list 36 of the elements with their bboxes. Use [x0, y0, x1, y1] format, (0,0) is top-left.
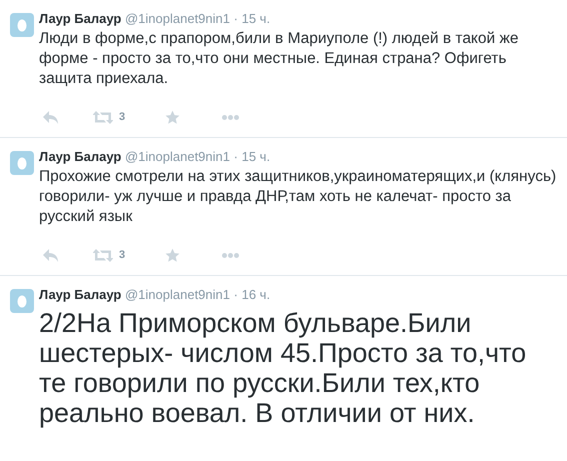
star-icon: [165, 248, 180, 262]
author-name[interactable]: Лаур Балаур: [39, 287, 122, 302]
retweet-icon: [93, 248, 113, 262]
reply-button[interactable]: [43, 248, 59, 262]
user-handle[interactable]: @1inoplanet9nin1: [124, 149, 230, 164]
favorite-button[interactable]: [165, 248, 180, 262]
reply-icon: [43, 110, 59, 124]
more-icon: [222, 252, 240, 258]
avatar[interactable]: [10, 151, 34, 175]
more-button[interactable]: [222, 252, 240, 258]
tweet-time[interactable]: 15 ч.: [242, 11, 270, 26]
avatar[interactable]: [10, 13, 34, 37]
more-button[interactable]: [222, 114, 240, 120]
retweet-count: 3: [119, 248, 126, 263]
user-handle[interactable]: @1inoplanet9nin1: [124, 287, 230, 302]
retweet-button[interactable]: 3: [93, 246, 126, 264]
star-icon: [165, 110, 180, 124]
tweet-text: Прохожие смотрели на этих защитников,украиноматерящих,и (клянусь) говорили- уж лучше и правда ДНР,там хоть не калечат- просто за русский язык: [39, 167, 557, 227]
tweet-time[interactable]: 16 ч.: [242, 287, 270, 302]
avatar[interactable]: [10, 289, 34, 313]
tweet-time[interactable]: 15 ч.: [242, 149, 270, 164]
user-handle[interactable]: @1inoplanet9nin1: [124, 11, 230, 26]
retweet-button[interactable]: 3: [93, 108, 126, 126]
tweet-text: Люди в форме,с прапором,били в Мариуполе (!) людей в такой же форме - просто за то,что они местные. Единая страна? Офигеть защита приехала.: [39, 29, 520, 89]
reply-button[interactable]: [43, 110, 59, 124]
author-name[interactable]: Лаур Балаур: [39, 149, 122, 164]
favorite-button[interactable]: [165, 110, 180, 124]
retweet-icon: [93, 110, 113, 124]
separator-dot: ·: [234, 149, 238, 164]
author-name[interactable]: Лаур Балаур: [39, 11, 122, 26]
separator-dot: ·: [234, 287, 238, 302]
tweet-text: 2/2На Приморском бульваре.Били шестерых- числом 45.Просто за то,что те говорили по русски.Били тех,кто реально воевал. В отличии от них.: [39, 308, 528, 428]
retweet-count: 3: [119, 110, 126, 125]
reply-icon: [43, 248, 59, 262]
more-icon: [222, 114, 240, 120]
separator-dot: ·: [234, 11, 238, 26]
